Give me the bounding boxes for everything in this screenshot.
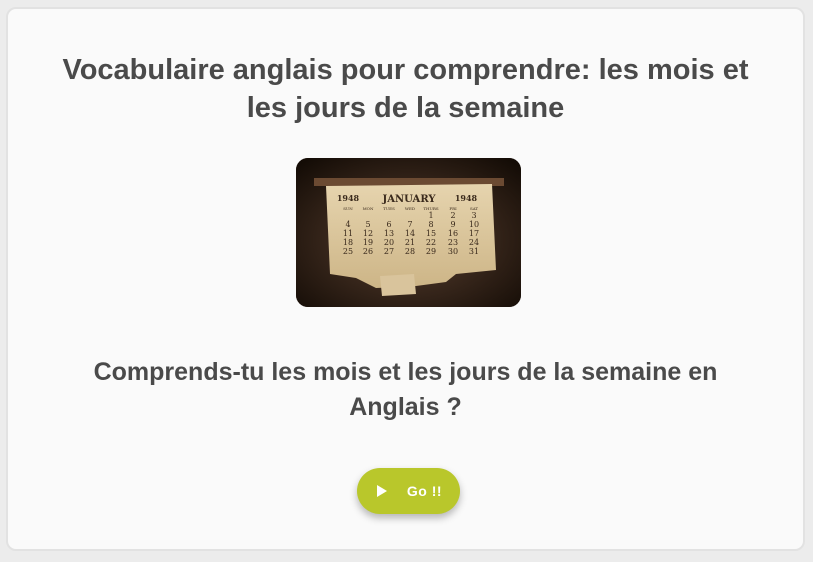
play-icon	[376, 485, 387, 497]
cover-image: 1948 JANUARY 1948 SUN MON TUES WED THURS FRI S…	[296, 158, 521, 307]
calendar-day: 14	[405, 229, 415, 238]
calendar-day: 5	[365, 220, 370, 229]
calendar-day: 26	[363, 247, 373, 256]
go-button-label: Go !!	[406, 483, 443, 499]
quiz-card: Vocabulaire anglais pour comprendre: les…	[6, 7, 805, 551]
calendar-day: 19	[363, 238, 373, 247]
quiz-question: Comprends-tu les mois et les jours de la…	[93, 358, 718, 421]
calendar-day: 2	[450, 211, 455, 220]
calendar-day: 21	[405, 238, 415, 247]
calendar-month: JANUARY	[382, 194, 437, 205]
calendar-day: 28	[405, 247, 415, 256]
calendar-day: 16	[448, 229, 458, 238]
calendar-day: 27	[384, 247, 394, 256]
calendar-day: 11	[343, 229, 353, 238]
calendar-day: 18	[343, 238, 353, 247]
calendar-day: 8	[428, 220, 433, 229]
calendar-day: 1	[428, 211, 433, 220]
quiz-title: Vocabulaire anglais pour comprendre: les…	[62, 54, 749, 124]
calendar-day: 29	[426, 247, 436, 256]
calendar-day: 10	[469, 220, 479, 229]
calendar-day: 4	[345, 220, 350, 229]
calendar-year-right: 1948	[455, 193, 478, 203]
calendar-day: 13	[384, 229, 394, 238]
calendar-day: 30	[448, 247, 458, 256]
calendar-day: 17	[469, 229, 479, 238]
calendar-day: 15	[426, 229, 436, 238]
calendar-day: 25	[343, 247, 353, 256]
go-button[interactable]: Go !!	[357, 468, 460, 514]
calendar-weekday-header: MON	[363, 206, 374, 211]
calendar-day: 12	[363, 229, 373, 238]
calendar-day: 24	[469, 238, 479, 247]
calendar-weekday-header: TUES	[383, 206, 395, 211]
calendar-day: 3	[471, 211, 476, 220]
calendar-weekday-header: SUN	[343, 206, 353, 211]
calendar-weekday-header: WED	[405, 206, 415, 211]
calendar-day: 31	[469, 247, 479, 256]
calendar-day: 7	[407, 220, 412, 229]
calendar-day: 9	[450, 220, 455, 229]
calendar-photo-icon: 1948 JANUARY 1948 SUN MON TUES WED THURS FRI S…	[296, 158, 521, 307]
calendar-day: 6	[386, 220, 391, 229]
calendar-day: 23	[448, 238, 458, 247]
calendar-year-left: 1948	[337, 193, 360, 203]
calendar-day: 20	[384, 238, 394, 247]
calendar-day: 22	[426, 238, 436, 247]
